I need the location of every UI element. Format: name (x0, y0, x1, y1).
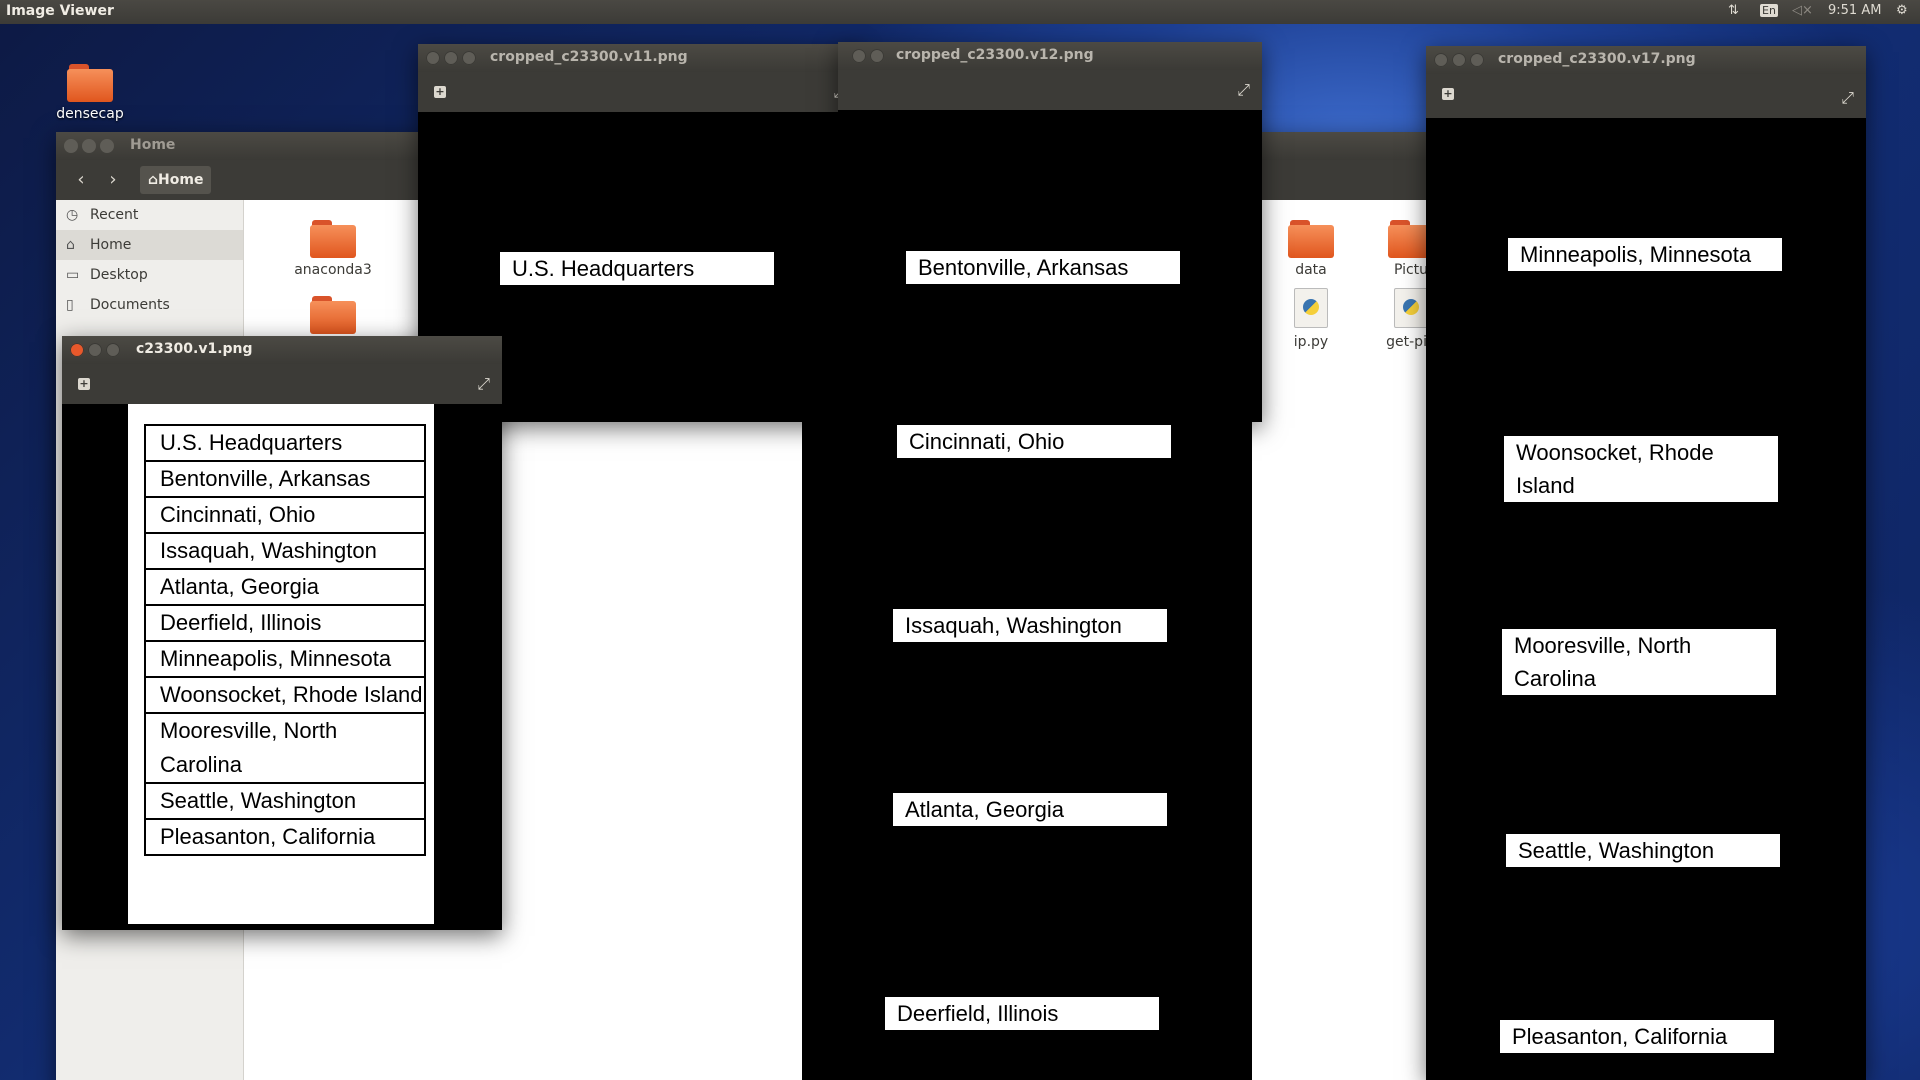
app-title: Image Viewer (6, 3, 114, 19)
file-item-user[interactable] (278, 296, 388, 338)
add-image-button[interactable]: + (78, 378, 90, 390)
image-label: U.S. Headquarters (500, 252, 774, 285)
home-icon: ⌂ (148, 172, 159, 188)
sidebar-item-documents[interactable]: ▯ Documents (56, 290, 243, 320)
breadcrumb-home[interactable]: ⌂Home (140, 166, 212, 194)
volume-muted-icon[interactable]: ◁× (1792, 3, 1813, 18)
maximize-icon[interactable] (462, 51, 476, 65)
file-item-pip-py[interactable]: ip.py (1256, 288, 1366, 350)
image-viewer-window-v12: cropped_c23300.v12.png ⤢ Bentonville, Ar… (838, 42, 1262, 422)
add-image-button[interactable]: + (1442, 88, 1454, 100)
minimize-icon[interactable] (852, 49, 866, 63)
table-row: Pleasanton, California (146, 820, 424, 856)
image-label: Deerfield, Illinois (885, 997, 1159, 1030)
folder-icon (310, 296, 356, 334)
folder-icon (67, 64, 113, 102)
back-button[interactable]: ‹ (66, 166, 96, 194)
minimize-icon[interactable] (444, 51, 458, 65)
image-label: Seattle, Washington (1506, 834, 1780, 867)
location-table-image: U.S. Headquarters Bentonville, Arkansas Ci… (128, 404, 434, 924)
table-row: Bentonville, Arkansas (146, 462, 424, 498)
image-viewer-window-v17: cropped_c23300.v17.png + ⤢ Minneapolis, … (1426, 46, 1866, 1080)
file-item-pictures[interactable]: Pictu (1356, 220, 1436, 278)
close-icon[interactable] (426, 51, 440, 65)
python-file-icon (1294, 288, 1328, 328)
maximize-icon[interactable] (106, 343, 120, 357)
table-row: U.S. Headquarters (146, 426, 424, 462)
viewer-toolbar: + ⤢ (62, 364, 502, 404)
window-titlebar[interactable]: cropped_c23300.v11.png (418, 44, 858, 72)
folder-icon (1288, 220, 1334, 258)
fullscreen-icon[interactable]: ⤢ (1237, 80, 1250, 100)
location-table: U.S. Headquarters Bentonville, Arkansas Ci… (144, 424, 426, 856)
maximize-icon[interactable] (1470, 53, 1484, 67)
minimize-icon[interactable] (1452, 53, 1466, 67)
viewer-toolbar: ⤢ (838, 70, 1262, 110)
folder-icon: ▭ (66, 267, 80, 283)
image-viewer-window-v1: c23300.v1.png + ⤢ U.S. Headquarters Bento… (62, 336, 502, 930)
table-row: Mooresville, North Carolina (146, 714, 424, 784)
window-title: Home (130, 137, 176, 153)
keyboard-layout-icon[interactable]: En (1760, 3, 1778, 18)
image-label: Pleasanton, California (1500, 1020, 1774, 1053)
table-row: Atlanta, Georgia (146, 570, 424, 606)
window-title: cropped_c23300.v17.png (1498, 51, 1696, 67)
table-row: Issaquah, Washington (146, 534, 424, 570)
window-titlebar[interactable]: cropped_c23300.v12.png (838, 42, 1262, 70)
image-canvas: Bentonville, Arkansas (838, 110, 1262, 422)
viewer-toolbar: + ⤢ (418, 72, 858, 112)
desktop-folder-label: densecap (56, 106, 124, 122)
folder-icon (310, 220, 356, 258)
table-row: Cincinnati, Ohio (146, 498, 424, 534)
window-title: cropped_c23300.v11.png (490, 49, 688, 65)
file-item-get-pip[interactable]: get-pip (1356, 288, 1436, 350)
fullscreen-icon[interactable]: ⤢ (1841, 88, 1854, 108)
sidebar-item-desktop[interactable]: ▭ Desktop (56, 260, 243, 290)
gear-icon[interactable]: ⚙ (1896, 3, 1908, 18)
table-row: Woonsocket, Rhode Island (146, 678, 424, 714)
close-icon[interactable] (1434, 53, 1448, 67)
clock-icon: ◷ (66, 207, 79, 223)
black-image-backdrop (802, 420, 1252, 1080)
image-label: Bentonville, Arkansas (906, 251, 1180, 284)
image-canvas: Minneapolis, Minnesota Woonsocket, Rhode… (1426, 118, 1866, 1080)
minimize-icon[interactable] (88, 343, 102, 357)
window-titlebar[interactable]: cropped_c23300.v17.png (1426, 46, 1866, 74)
top-menu-bar: Image Viewer ⇅ En ◁× 9:51 AM ⚙ (0, 0, 1920, 24)
maximize-icon[interactable] (870, 49, 884, 63)
window-titlebar[interactable]: c23300.v1.png (62, 336, 502, 364)
window-title: c23300.v1.png (136, 341, 253, 357)
desktop-folder-densecap[interactable]: densecap (50, 64, 130, 122)
forward-button[interactable]: › (98, 166, 128, 194)
maximize-icon[interactable] (100, 139, 114, 153)
image-label: Atlanta, Georgia (893, 793, 1167, 826)
close-icon[interactable] (64, 139, 78, 153)
python-file-icon (1394, 288, 1428, 328)
viewer-toolbar: + ⤢ (1426, 74, 1866, 120)
image-label: Mooresville, North Carolina (1502, 629, 1776, 695)
image-label: Woonsocket, Rhode Island (1504, 436, 1778, 502)
file-item-data[interactable]: data (1256, 220, 1366, 278)
close-icon[interactable] (70, 343, 84, 357)
image-label: Issaquah, Washington (893, 609, 1167, 642)
image-canvas: U.S. Headquarters Bentonville, Arkansas Ci… (62, 404, 502, 930)
file-item-anaconda3[interactable]: anaconda3 (278, 220, 388, 278)
add-image-button[interactable]: + (434, 86, 446, 98)
window-title: cropped_c23300.v12.png (896, 47, 1094, 63)
clock-time[interactable]: 9:51 AM (1828, 3, 1881, 18)
table-row: Seattle, Washington (146, 784, 424, 820)
image-label: Minneapolis, Minnesota (1508, 238, 1782, 271)
table-row: Deerfield, Illinois (146, 606, 424, 642)
minimize-icon[interactable] (82, 139, 96, 153)
table-row: Minneapolis, Minnesota (146, 642, 424, 678)
image-label: Cincinnati, Ohio (897, 425, 1171, 458)
sidebar-item-recent[interactable]: ◷ Recent (56, 200, 243, 230)
document-icon: ▯ (66, 297, 74, 313)
fullscreen-icon[interactable]: ⤢ (477, 374, 490, 394)
home-icon: ⌂ (66, 237, 75, 253)
sidebar-item-home[interactable]: ⌂ Home (56, 230, 243, 260)
network-arrows-icon[interactable]: ⇅ (1728, 3, 1739, 18)
